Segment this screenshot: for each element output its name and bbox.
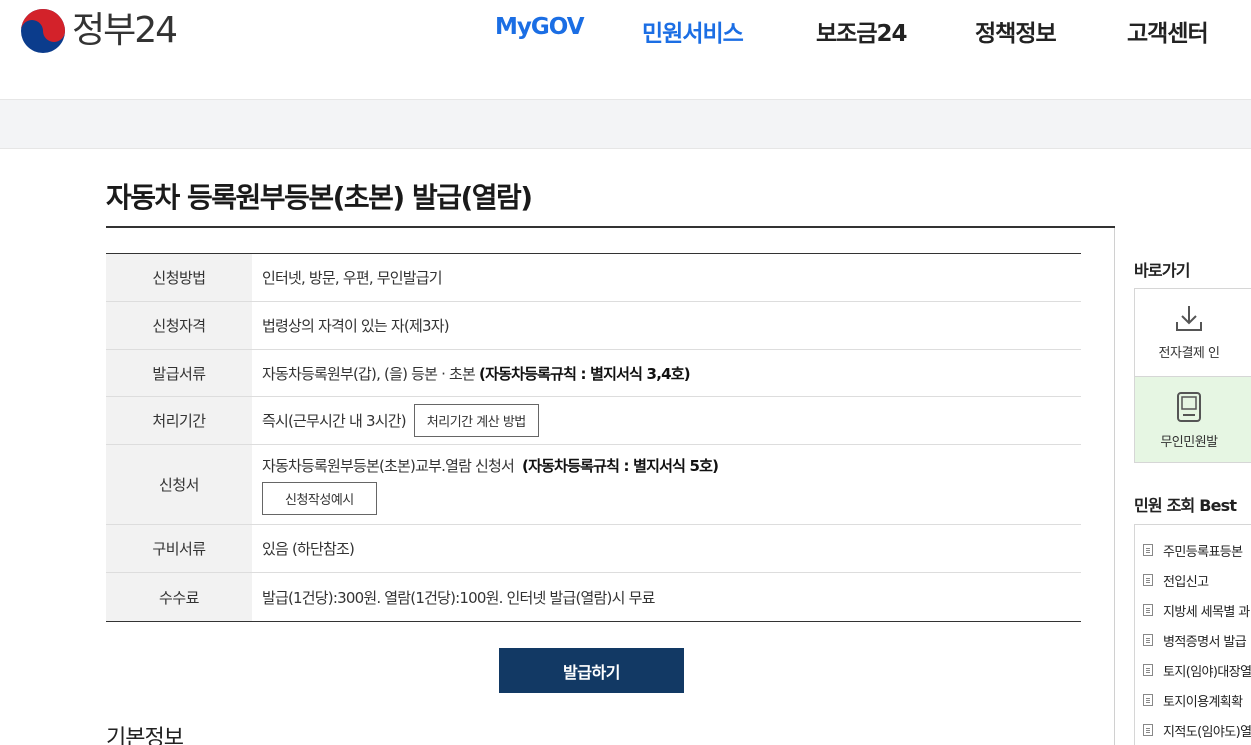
- title-divider: [106, 226, 1115, 228]
- best-title: 민원 조회 Best: [1134, 496, 1237, 515]
- documents-regulation: (자동차등록규칙 : 별지서식 3,4호): [479, 364, 691, 383]
- period-calc-button[interactable]: 처리기간 계산 방법: [413, 404, 539, 437]
- list-item[interactable]: 전입신고: [1135, 565, 1251, 595]
- main-nav: MyGOV 민원서비스 보조금24 정책정보 고객센터: [0, 14, 1251, 48]
- list-item-label: 주민등록표등본: [1163, 544, 1243, 560]
- list-item[interactable]: 토지(임야)대장열: [1135, 655, 1251, 685]
- table-row: 발급서류 자동차등록원부(갑), (을) 등본 · 초본 (자동차등록규칙 : …: [106, 350, 1081, 397]
- row-value: 자동차등록원부등본(초본)교부.열람 신청서 (자동차등록규칙 : 별지서식 5…: [252, 445, 1081, 524]
- row-label: 신청서: [106, 445, 252, 524]
- document-icon: [1143, 664, 1153, 676]
- document-icon: [1143, 724, 1153, 736]
- list-item-label: 병적증명서 발급: [1163, 634, 1247, 650]
- quick-links-box: 전자결제 인 무인민원발: [1134, 288, 1251, 463]
- breadcrumb-bar: [0, 100, 1251, 149]
- list-item[interactable]: 토지이용계획확: [1135, 685, 1251, 715]
- quick-link-epayment[interactable]: 전자결제 인: [1135, 289, 1251, 376]
- list-item-label: 지방세 세목별 과: [1163, 604, 1250, 620]
- form-value-line: 자동차등록원부등본(초본)교부.열람 신청서 (자동차등록규칙 : 별지서식 5…: [262, 455, 719, 476]
- header: 정부24 MyGOV 민원서비스 보조금24 정책정보 고객센터: [0, 0, 1251, 100]
- documents-value: 자동차등록원부(갑), (을) 등본 · 초본: [262, 364, 476, 383]
- row-label: 발급서류: [106, 350, 252, 396]
- download-icon: [1176, 306, 1202, 331]
- list-item-label: 토지(임야)대장열: [1163, 664, 1251, 680]
- form-value: 자동차등록원부등본(초본)교부.열람 신청서: [262, 456, 515, 475]
- nav-item-subsidy24[interactable]: 보조금24: [816, 14, 907, 48]
- list-item[interactable]: 병적증명서 발급: [1135, 625, 1251, 655]
- quick-link-label: 무인민원발: [1160, 434, 1218, 450]
- method-value: 인터넷, 방문, 우편, 무인발급기: [262, 269, 443, 287]
- row-value: 있음 (하단참조): [252, 525, 1081, 572]
- qualification-value: 법령상의 자격이 있는 자(제3자): [262, 317, 450, 335]
- page-title: 자동차 등록원부등본(초본) 발급(열람): [106, 181, 533, 214]
- list-item-label: 지적도(임야도)열: [1163, 724, 1251, 740]
- list-item[interactable]: 지적도(임야도)열: [1135, 715, 1251, 745]
- nav-item-customer-center[interactable]: 고객센터: [1127, 14, 1209, 48]
- table-row: 신청방법 인터넷, 방문, 우편, 무인발급기: [106, 254, 1081, 302]
- nav-item-mygov[interactable]: MyGOV: [495, 14, 584, 40]
- period-value: 즉시(근무시간 내 3시간): [262, 412, 407, 430]
- list-item-label: 토지이용계획확: [1163, 694, 1243, 710]
- fee-value: 발급(1건당):300원. 열람(1건당):100원. 인터넷 발급(열람)시 …: [262, 588, 655, 607]
- row-label: 구비서류: [106, 525, 252, 572]
- row-label: 처리기간: [106, 397, 252, 444]
- apply-button[interactable]: 발급하기: [499, 648, 684, 693]
- document-icon: [1143, 604, 1153, 616]
- table-row: 신청자격 법령상의 자격이 있는 자(제3자): [106, 302, 1081, 350]
- best-list: 주민등록표등본 전입신고 지방세 세목별 과 병적증명서 발급 토지(임야)대장…: [1134, 524, 1251, 745]
- row-value: 법령상의 자격이 있는 자(제3자): [252, 302, 1081, 349]
- table-row: 수수료 발급(1건당):300원. 열람(1건당):100원. 인터넷 발급(열…: [106, 573, 1081, 621]
- row-value: 자동차등록원부(갑), (을) 등본 · 초본 (자동차등록규칙 : 별지서식 …: [252, 350, 1081, 396]
- nav-item-policy-info[interactable]: 정책정보: [975, 14, 1057, 48]
- row-value: 즉시(근무시간 내 3시간) 처리기간 계산 방법: [252, 397, 1081, 444]
- quick-link-kiosk[interactable]: 무인민원발: [1135, 376, 1251, 462]
- row-label: 수수료: [106, 573, 252, 621]
- table-row: 처리기간 즉시(근무시간 내 3시간) 처리기간 계산 방법: [106, 397, 1081, 445]
- list-item-label: 전입신고: [1163, 574, 1209, 590]
- list-item[interactable]: 주민등록표등본: [1135, 535, 1251, 565]
- row-value: 발급(1건당):300원. 열람(1건당):100원. 인터넷 발급(열람)시 …: [252, 573, 1081, 621]
- table-row: 구비서류 있음 (하단참조): [106, 525, 1081, 573]
- nav-item-civil-services[interactable]: 민원서비스: [642, 14, 744, 48]
- document-icon: [1143, 544, 1153, 556]
- quick-links-title: 바로가기: [1134, 261, 1190, 280]
- form-regulation: (자동차등록규칙 : 별지서식 5호): [522, 456, 719, 475]
- row-label: 신청자격: [106, 302, 252, 349]
- kiosk-icon: [1177, 391, 1201, 422]
- table-row: 신청서 자동차등록원부등본(초본)교부.열람 신청서 (자동차등록규칙 : 별지…: [106, 445, 1081, 525]
- service-info-table: 신청방법 인터넷, 방문, 우편, 무인발급기 신청자격 법령상의 자격이 있는…: [106, 253, 1081, 622]
- sidebar-divider: [1114, 228, 1115, 745]
- row-label: 신청방법: [106, 254, 252, 301]
- document-icon: [1143, 574, 1153, 586]
- list-item[interactable]: 지방세 세목별 과: [1135, 595, 1251, 625]
- row-value: 인터넷, 방문, 우편, 무인발급기: [252, 254, 1081, 301]
- quick-link-label: 전자결제 인: [1158, 346, 1220, 361]
- form-example-button[interactable]: 신청작성예시: [262, 481, 377, 515]
- document-icon: [1143, 694, 1153, 706]
- document-icon: [1143, 634, 1153, 646]
- section-title: 기본정보: [106, 726, 184, 745]
- required-value: 있음 (하단참조): [262, 540, 355, 558]
